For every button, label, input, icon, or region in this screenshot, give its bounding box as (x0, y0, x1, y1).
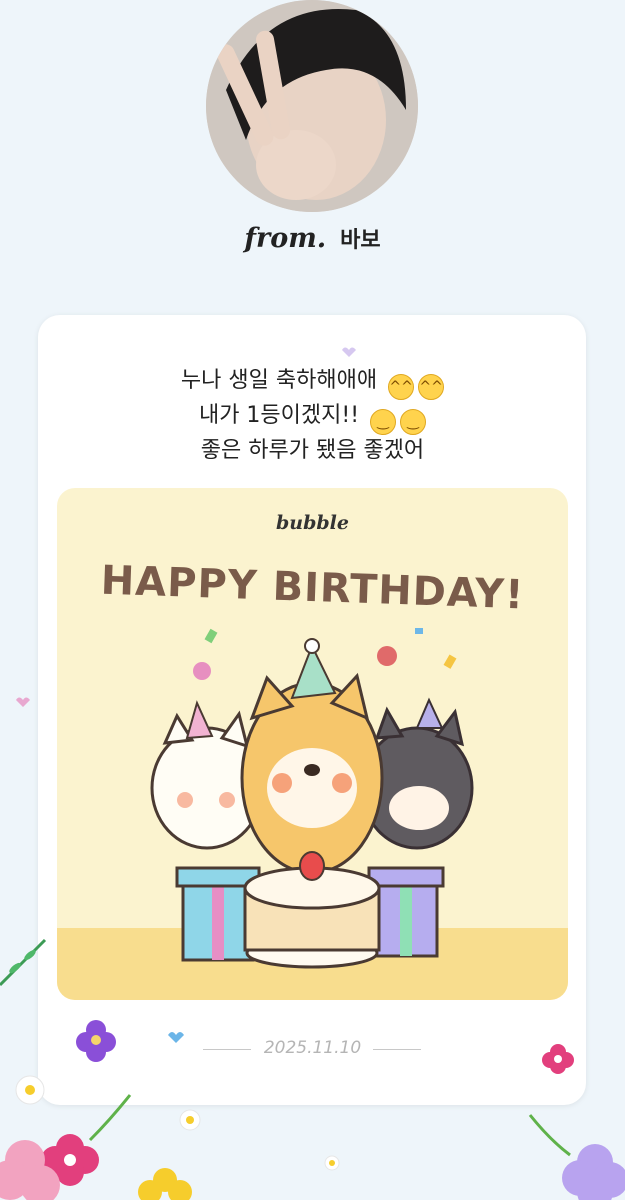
yellow-flower-icon (138, 1168, 192, 1200)
sender-name: 바보 (340, 228, 381, 253)
laughing-face-emoji-icon: ^^ (388, 374, 415, 400)
message-line-1: 누나 생일 축하해애애 ^^ ^^ (0, 365, 625, 400)
avatar-photo (206, 0, 418, 212)
message-line-2: 내가 1등이겠지!! ‿ ‿ (0, 400, 625, 435)
lavender-flower-icon (562, 1144, 625, 1200)
pink-flower-icon (41, 1134, 99, 1186)
sender-avatar[interactable] (206, 0, 418, 212)
pink-flower-icon (0, 1140, 60, 1200)
message-line-3: 좋은 하루가 됐음 좋겠어 (200, 438, 425, 463)
bubble-logo: bubble (276, 512, 349, 534)
laughing-face-emoji-icon: ^^ (418, 374, 445, 400)
from-line: from. 바보 (0, 222, 625, 254)
letter-date: 2025.11.10 (263, 1038, 362, 1058)
date-divider-right (373, 1049, 421, 1050)
message-text: 누나 생일 축하해애애 ^^ ^^ 내가 1등이겠지!! ‿ ‿ 좋은 하루가 됐음… (0, 365, 625, 466)
from-label: from. (244, 223, 327, 254)
smirking-face-emoji-icon: ‿ (400, 409, 427, 435)
smirking-face-emoji-icon: ‿ (370, 409, 397, 435)
